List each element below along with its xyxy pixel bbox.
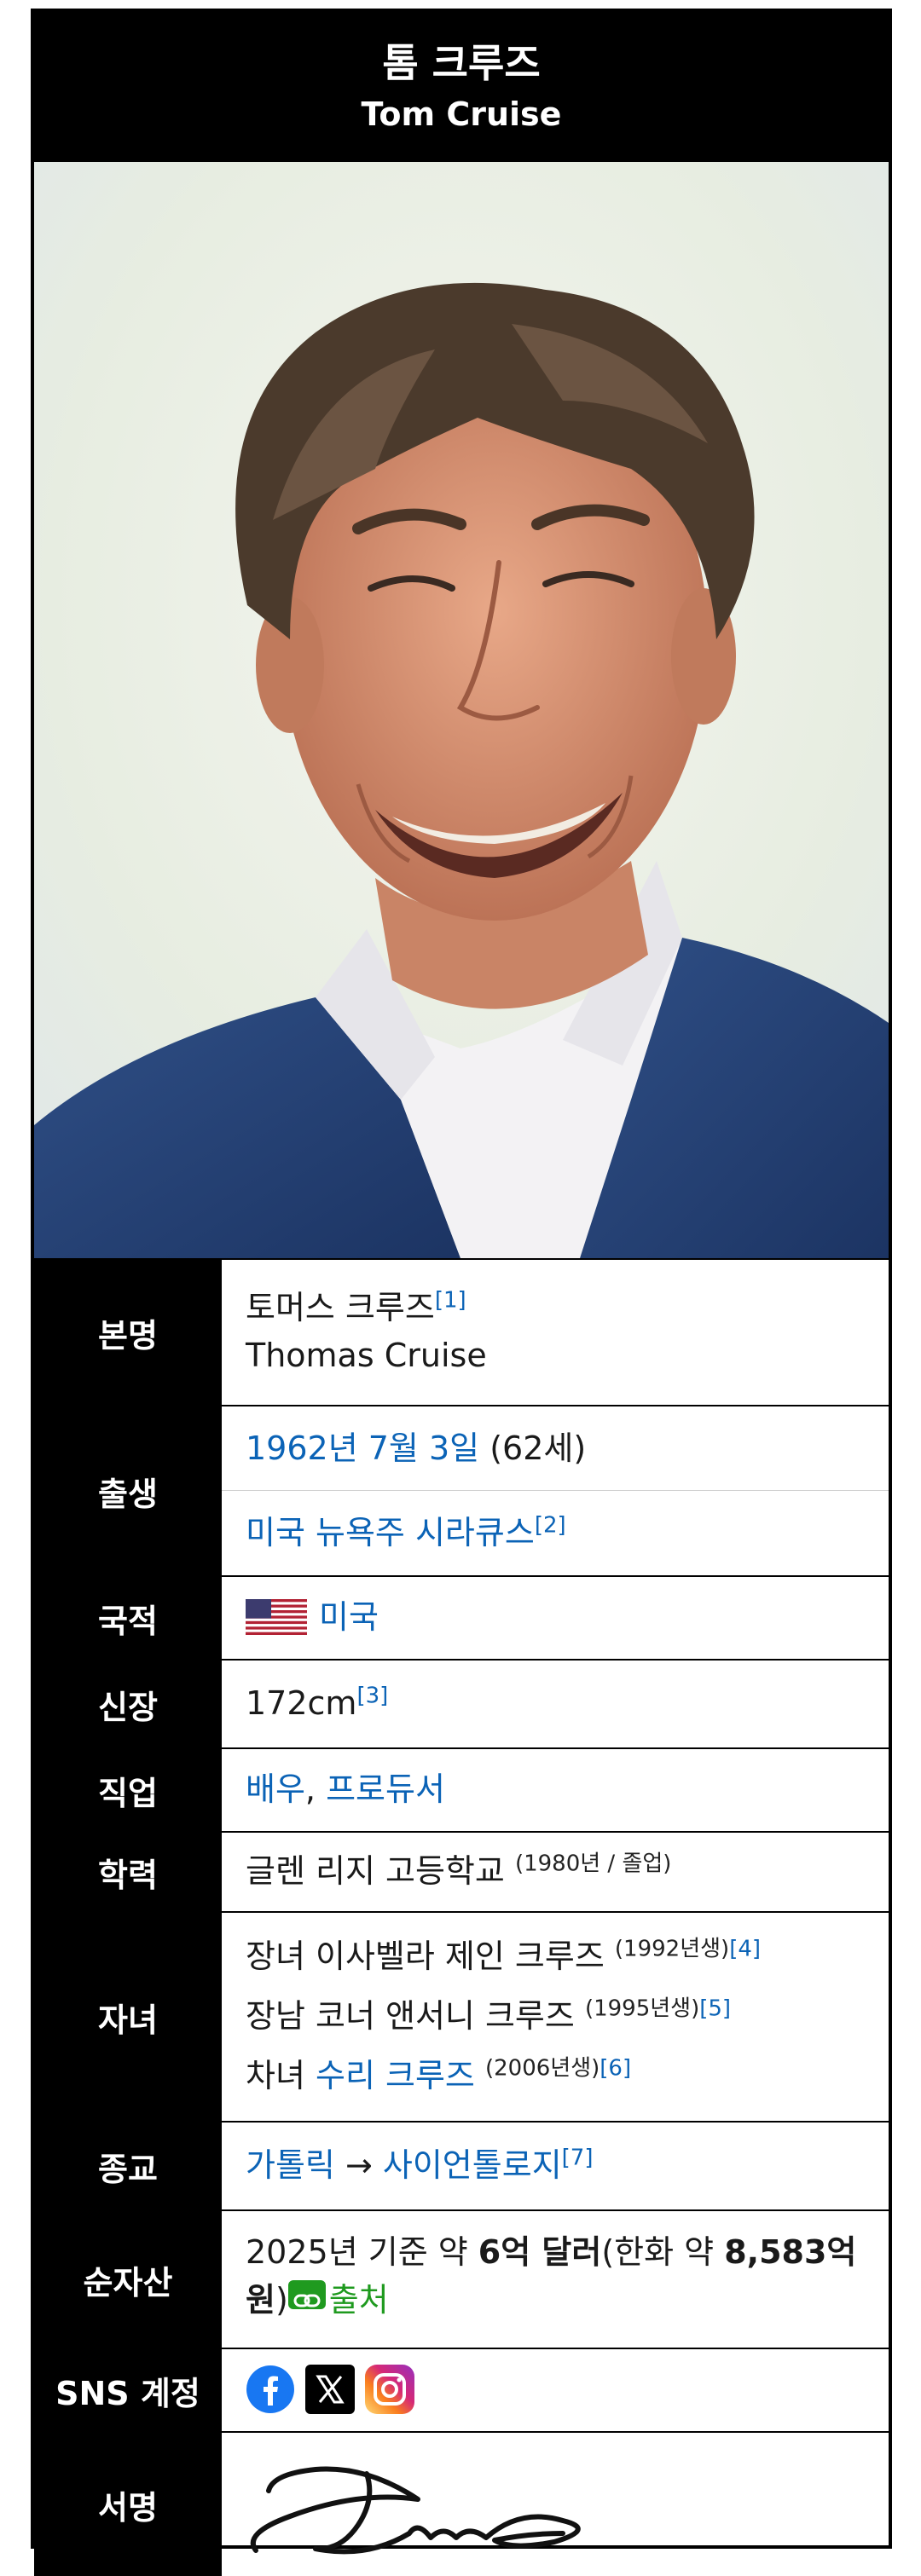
row-education: 학력 글렌 리지 고등학교 (1980년 / 졸업)	[34, 1831, 889, 1911]
infobox-title: 톰 크루즈 Tom Cruise	[34, 12, 889, 162]
real-name-cell: 토머스 크루즈[1] Thomas Cruise	[222, 1260, 889, 1403]
birth-date-cell: 1962년 7월 3일 (62세)	[222, 1406, 889, 1490]
child-suri-link[interactable]: 수리 크루즈	[316, 2057, 475, 2094]
real-name-english: Thomas Cruise	[246, 1337, 487, 1374]
children-cell: 장녀 이사벨라 제인 크루즈 (1992년생)[4] 장남 코너 앤서니 크루즈…	[222, 1913, 889, 2119]
label-occupation: 직업	[34, 1749, 222, 1831]
title-english: Tom Cruise	[361, 95, 562, 133]
occupation-actor-link[interactable]: 배우	[246, 1770, 305, 1808]
nationality-link[interactable]: 미국	[319, 1598, 379, 1636]
source-link[interactable]: 출처	[287, 2280, 389, 2319]
row-children: 자녀 장녀 이사벨라 제인 크루즈 (1992년생)[4] 장남 코너 앤서니 …	[34, 1911, 889, 2121]
row-signature: 서명	[34, 2431, 889, 2576]
religion-catholic-link[interactable]: 가톨릭	[246, 2146, 335, 2184]
signature-image	[250, 2466, 581, 2555]
child-item: 차녀 수리 크루즈 (2006년생)[6]	[246, 2055, 632, 2094]
child-item: 장녀 이사벨라 제인 크루즈 (1992년생)[4]	[246, 1936, 762, 1975]
net-worth-cell: 2025년 기준 약 6억 달러(한화 약 8,583억 원) 출처	[246, 2233, 857, 2319]
infobox: 톰 크루즈 Tom Cruise 본명 토머스 크루즈[1] Thomas Cr…	[31, 9, 892, 2576]
footnote-ref[interactable]: [7]	[562, 2145, 594, 2170]
label-children: 자녀	[34, 1913, 222, 2121]
label-net-worth: 순자산	[34, 2211, 222, 2348]
label-nationality: 국적	[34, 1577, 222, 1659]
signature-cell	[222, 2433, 889, 2574]
birth-place-link[interactable]: 미국 뉴욕주 시라큐스	[246, 1514, 535, 1551]
birth-place-cell: 미국 뉴욕주 시라큐스[2]	[222, 1490, 889, 1574]
instagram-icon[interactable]	[365, 2365, 414, 2414]
net-worth-usd: 6억 달러	[478, 2233, 602, 2271]
title-korean: 톰 크루즈	[382, 40, 541, 86]
footnote-ref[interactable]: [2]	[535, 1512, 566, 1538]
child-item: 장남 코너 앤서니 크루즈 (1995년생)[5]	[246, 1996, 732, 2035]
row-religion: 종교 가톨릭 → 사이언톨로지[7]	[34, 2121, 889, 2209]
row-nationality: 국적 미국	[34, 1575, 889, 1659]
row-occupation: 직업 배우, 프로듀서	[34, 1747, 889, 1831]
real-name-korean: 토머스 크루즈	[246, 1289, 435, 1326]
height-cell: 172cm[3]	[222, 1661, 889, 1746]
footnote-ref[interactable]: [5]	[699, 1996, 731, 2021]
occupation-separator: ,	[304, 1770, 327, 1808]
portrait-illustration	[34, 162, 889, 1258]
occupation-producer-link[interactable]: 프로듀서	[326, 1770, 445, 1808]
height-value: 172cm	[246, 1684, 357, 1722]
row-birth: 출생 1962년 7월 3일 (62세) 미국 뉴욕주 시라큐스[2]	[34, 1405, 889, 1575]
label-education: 학력	[34, 1833, 222, 1911]
religion-scientology-link[interactable]: 사이언톨로지	[383, 2146, 562, 2184]
education-cell: 글렌 리지 고등학교 (1980년 / 졸업)	[222, 1833, 889, 1909]
footnote-ref[interactable]: [6]	[600, 2055, 631, 2081]
footnote-ref[interactable]: [3]	[356, 1683, 388, 1708]
label-height: 신장	[34, 1661, 222, 1747]
footnote-ref[interactable]: [4]	[729, 1936, 761, 1961]
sns-cell	[222, 2349, 889, 2429]
education-school: 글렌 리지 고등학교	[246, 1852, 505, 1890]
facebook-icon[interactable]	[246, 2365, 295, 2414]
footnote-ref[interactable]: [1]	[435, 1287, 466, 1313]
us-flag-icon	[246, 1599, 307, 1635]
label-sns: SNS 계정	[34, 2349, 222, 2431]
row-real-name: 본명 토머스 크루즈[1] Thomas Cruise	[34, 1258, 889, 1405]
occupation-cell: 배우, 프로듀서	[222, 1749, 889, 1829]
label-signature: 서명	[34, 2433, 222, 2576]
religion-arrow: →	[334, 2146, 383, 2184]
education-note: (1980년 / 졸업)	[514, 1851, 672, 1877]
portrait-photo	[34, 162, 889, 1258]
birth-date-link[interactable]: 1962년 7월 3일	[246, 1430, 479, 1467]
birth-age: (62세)	[489, 1430, 587, 1467]
x-icon[interactable]	[305, 2365, 355, 2414]
nationality-cell: 미국	[222, 1577, 889, 1657]
link-icon	[287, 2280, 326, 2309]
label-real-name: 본명	[34, 1260, 222, 1405]
row-sns: SNS 계정	[34, 2348, 889, 2431]
religion-cell: 가톨릭 → 사이언톨로지[7]	[222, 2123, 889, 2208]
row-net-worth: 순자산 2025년 기준 약 6억 달러(한화 약 8,583억 원) 출처	[34, 2209, 889, 2348]
label-religion: 종교	[34, 2123, 222, 2209]
row-height: 신장 172cm[3]	[34, 1659, 889, 1747]
label-birth: 출생	[34, 1406, 222, 1575]
